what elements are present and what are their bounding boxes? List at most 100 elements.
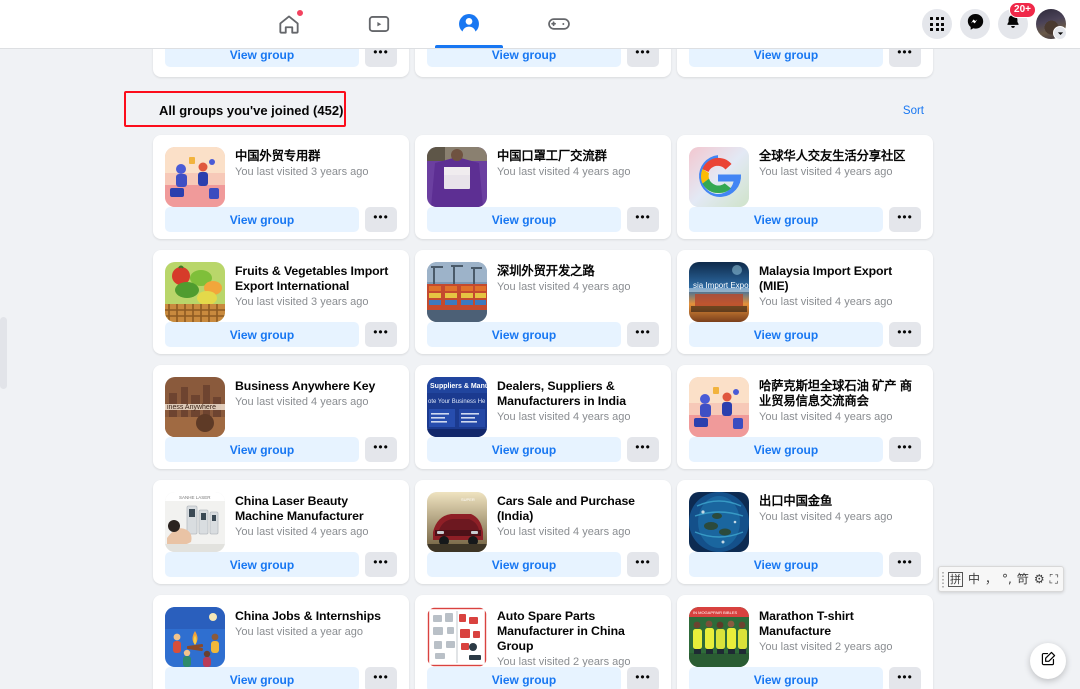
view-group-button[interactable]: View group xyxy=(427,552,621,577)
ime-chinese-english[interactable]: 中 xyxy=(968,573,980,585)
view-group-button[interactable]: View group xyxy=(165,552,359,577)
group-card[interactable]: 中国外贸专用群 You last visited 3 years ago View … xyxy=(153,135,409,239)
notifications-badge: 20+ xyxy=(1009,2,1036,18)
grid-menu-button[interactable] xyxy=(922,9,952,39)
group-meta: 中国外贸专用群 You last visited 3 years ago xyxy=(235,147,397,179)
view-group-button[interactable]: View group xyxy=(689,49,883,67)
group-card[interactable]: 深圳外贸开发之路 You last visited 4 years ago View… xyxy=(415,250,671,354)
ime-expand-icon[interactable]: ⛶ xyxy=(1050,573,1058,585)
view-group-button[interactable]: View group xyxy=(165,667,359,689)
ime-floating-toolbar[interactable]: 拼 中 ， °, 笴 ⚙ ⛶ xyxy=(938,566,1064,592)
notifications-button[interactable]: 20+ xyxy=(998,2,1036,39)
group-last-visited: You last visited 2 years ago xyxy=(759,641,893,654)
sort-link[interactable]: Sort xyxy=(903,105,930,117)
group-card[interactable]: China Jobs & Internships You last visited… xyxy=(153,595,409,689)
group-card-actions: View group ••• xyxy=(165,322,397,347)
avatar[interactable] xyxy=(1036,9,1067,40)
group-card-actions: View group ••• xyxy=(427,207,659,232)
group-card-actions: View group ••• xyxy=(427,322,659,347)
group-card[interactable]: Suppliers & Manufa ote Your Business He … xyxy=(415,365,671,469)
view-group-button[interactable]: View group xyxy=(427,322,621,347)
group-card-cell: China Jobs & Internships You last visited… xyxy=(150,595,412,689)
more-options-button[interactable]: ••• xyxy=(627,667,659,689)
more-options-button[interactable]: ••• xyxy=(365,552,397,577)
more-options-button[interactable]: ••• xyxy=(889,667,921,689)
view-group-button[interactable]: View group xyxy=(689,667,883,689)
compose-edit-icon xyxy=(1040,650,1057,672)
section-header: All groups you've joined (452) Sort xyxy=(124,88,936,135)
group-card-actions: View group ••• xyxy=(689,322,921,347)
view-group-button[interactable]: View group xyxy=(689,322,883,347)
chevron-down-icon xyxy=(1053,26,1067,40)
view-group-button[interactable]: View group xyxy=(165,49,359,67)
group-card[interactable]: 出口中国金鱼 You last visited 4 years ago View g… xyxy=(677,480,933,584)
more-options-button[interactable]: ••• xyxy=(365,49,397,67)
group-card[interactable]: SANHE LASER China Laser Beauty Machine M… xyxy=(153,480,409,584)
ime-drag-handle[interactable] xyxy=(942,572,944,588)
group-card[interactable]: 全球华人交友生活分享社区 You last visited 4 years ago… xyxy=(677,135,933,239)
ime-symbols[interactable]: °, xyxy=(1002,573,1012,585)
group-card-actions: View group ••• xyxy=(689,667,921,689)
nav-tab-groups[interactable] xyxy=(424,0,514,48)
messenger-button[interactable] xyxy=(960,9,990,39)
group-card[interactable]: 中国口罩工厂交流群 You last visited 4 years ago Vie… xyxy=(415,135,671,239)
more-options-button[interactable]: ••• xyxy=(365,322,397,347)
view-group-button[interactable]: View group xyxy=(689,552,883,577)
group-card[interactable]: sia Import Expo Malaysia Import Export (… xyxy=(677,250,933,354)
group-card[interactable]: Fruits & Vegetables Import Export Intern… xyxy=(153,250,409,354)
svg-text:SANHE LASER: SANHE LASER xyxy=(179,495,211,500)
more-options-button[interactable]: ••• xyxy=(627,49,659,67)
more-options-button[interactable]: ••• xyxy=(889,322,921,347)
compose-fab-button[interactable] xyxy=(1030,643,1066,679)
view-group-button[interactable]: View group xyxy=(427,207,621,232)
nav-tab-video[interactable] xyxy=(334,0,424,48)
left-rail-scroll-nub[interactable] xyxy=(0,317,7,389)
group-title: Auto Spare Parts Manufacturer in China G… xyxy=(497,609,625,654)
view-group-button[interactable]: View group xyxy=(165,207,359,232)
view-group-button[interactable]: View group xyxy=(689,207,883,232)
group-last-visited: You last visited 3 years ago xyxy=(235,166,369,179)
more-options-button[interactable]: ••• xyxy=(889,49,921,67)
nav-tab-home[interactable] xyxy=(244,0,334,48)
view-group-button[interactable]: View group xyxy=(427,437,621,462)
ime-punctuation[interactable]: ， xyxy=(985,573,997,585)
ime-settings-icon[interactable]: ⚙ xyxy=(1034,573,1045,585)
more-options-button[interactable]: ••• xyxy=(889,437,921,462)
group-title: China Jobs & Internships xyxy=(235,609,381,623)
group-card-cell: 哈萨克斯坦全球石油 矿产 商业贸易信息交流商会 You last visited … xyxy=(674,365,936,480)
more-options-button[interactable]: ••• xyxy=(365,207,397,232)
group-title: Malaysia Import Export (MIE) xyxy=(759,264,893,294)
group-card[interactable]: View group ••• xyxy=(153,49,409,77)
group-card[interactable]: View group ••• xyxy=(415,49,671,77)
view-group-button[interactable]: View group xyxy=(165,437,359,462)
groups-scroll-area[interactable]: View group ••• View group ••• View group… xyxy=(0,49,1080,689)
group-thumbnail: SANHE LASER xyxy=(165,492,225,552)
view-group-button[interactable]: View group xyxy=(689,437,883,462)
group-card-cell: SUPER Cars Sale and Purchase (India) You … xyxy=(412,480,674,595)
group-card[interactable]: iness Anywhere Business Anywhere Key You … xyxy=(153,365,409,469)
group-card[interactable]: SUPER Cars Sale and Purchase (India) You … xyxy=(415,480,671,584)
group-last-visited: You last visited 4 years ago xyxy=(235,396,369,409)
more-options-button[interactable]: ••• xyxy=(627,322,659,347)
view-group-button[interactable]: View group xyxy=(427,667,621,689)
group-card[interactable]: IN MOGAPPAIR BIBLES Marathon T-shirt Man… xyxy=(677,595,933,689)
ime-mode-pinyin[interactable]: 拼 xyxy=(948,571,963,587)
view-group-button[interactable]: View group xyxy=(165,322,359,347)
nav-tab-gaming[interactable] xyxy=(514,0,604,48)
video-icon xyxy=(366,11,392,37)
group-meta: 全球华人交友生活分享社区 You last visited 4 years ago xyxy=(759,147,921,179)
group-card[interactable]: 哈萨克斯坦全球石油 矿产 商业贸易信息交流商会 You last visited … xyxy=(677,365,933,469)
more-options-button[interactable]: ••• xyxy=(627,552,659,577)
more-options-button[interactable]: ••• xyxy=(365,667,397,689)
view-group-button[interactable]: View group xyxy=(427,49,621,67)
group-card[interactable]: Auto Spare Parts Manufacturer in China G… xyxy=(415,595,671,689)
group-thumbnail xyxy=(689,147,749,207)
more-options-button[interactable]: ••• xyxy=(889,207,921,232)
more-options-button[interactable]: ••• xyxy=(889,552,921,577)
ime-tools[interactable]: 笴 xyxy=(1017,573,1029,585)
more-options-button[interactable]: ••• xyxy=(365,437,397,462)
more-options-button[interactable]: ••• xyxy=(627,207,659,232)
group-thumbnail: SUPER xyxy=(427,492,487,552)
more-options-button[interactable]: ••• xyxy=(627,437,659,462)
group-card[interactable]: View group ••• xyxy=(677,49,933,77)
